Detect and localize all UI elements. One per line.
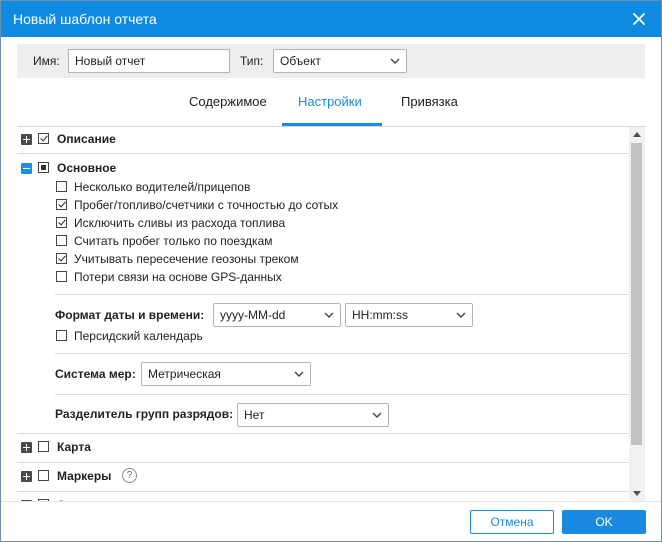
section-divider bbox=[17, 491, 629, 492]
option-label: Считать пробег только по поездкам bbox=[74, 234, 273, 248]
footer-divider bbox=[1, 501, 661, 502]
vertical-scrollbar[interactable] bbox=[629, 127, 645, 501]
chevron-down-icon bbox=[456, 312, 466, 318]
section-basic: Основное bbox=[17, 156, 629, 180]
group-divider bbox=[55, 394, 629, 395]
tab-settings[interactable]: Настройки bbox=[298, 94, 362, 109]
report-template-dialog: Новый шаблон отчета Имя: Тип: Объект Сод… bbox=[0, 0, 662, 542]
option-label: Потери связи на основе GPS-данных bbox=[74, 270, 282, 284]
markers-checkbox[interactable] bbox=[38, 470, 49, 481]
help-icon[interactable]: ? bbox=[122, 468, 137, 483]
option-label: Исключить сливы из расхода топлива bbox=[74, 216, 286, 230]
digit-separator-value: Нет bbox=[244, 408, 265, 422]
map-checkbox[interactable] bbox=[38, 441, 49, 452]
option-checkbox[interactable] bbox=[56, 199, 67, 210]
section-markers: Маркеры ? bbox=[17, 464, 629, 488]
name-type-bar: Имя: Тип: Объект bbox=[17, 44, 645, 78]
units-select[interactable]: Метрическая bbox=[141, 362, 311, 386]
option-label: Несколько водителей/прицепов bbox=[74, 180, 251, 194]
digit-separator-select[interactable]: Нет bbox=[237, 403, 389, 427]
tab-content[interactable]: Содержимое bbox=[189, 94, 267, 109]
section-divider bbox=[17, 433, 629, 434]
collapse-basic-icon[interactable] bbox=[21, 163, 32, 174]
expand-map-icon[interactable] bbox=[21, 442, 32, 453]
time-format-value: HH:mm:ss bbox=[352, 308, 408, 322]
option-label: Пробег/топливо/счетчики с точностью до с… bbox=[74, 198, 339, 212]
group-divider bbox=[55, 353, 629, 354]
name-label: Имя: bbox=[33, 54, 60, 68]
date-format-select[interactable]: yyyy-MM-dd bbox=[213, 303, 341, 327]
expand-description-icon[interactable] bbox=[21, 134, 32, 145]
close-icon[interactable] bbox=[631, 11, 647, 27]
expand-markers-icon[interactable] bbox=[21, 471, 32, 482]
option-checkbox[interactable] bbox=[56, 235, 67, 246]
section-description-label: Описание bbox=[57, 132, 116, 146]
digit-separator-label: Разделитель групп разрядов: bbox=[55, 407, 234, 421]
section-divider bbox=[17, 462, 629, 463]
chevron-down-icon bbox=[324, 312, 334, 318]
settings-panel: Описание Основное Несколько водителей/пр… bbox=[17, 127, 645, 501]
persian-calendar-label: Персидский календарь bbox=[74, 329, 203, 343]
type-label: Тип: bbox=[240, 54, 264, 68]
name-input[interactable] bbox=[68, 49, 230, 73]
type-select[interactable]: Объект bbox=[273, 49, 407, 73]
chevron-down-icon bbox=[390, 58, 400, 64]
scroll-up-icon[interactable] bbox=[633, 132, 641, 137]
section-divider bbox=[17, 153, 629, 154]
type-select-value: Объект bbox=[280, 54, 321, 68]
cancel-button[interactable]: Отмена bbox=[470, 510, 554, 534]
section-markers-label: Маркеры bbox=[57, 469, 112, 483]
option-label: Учитывать пересечение геозоны треком bbox=[74, 252, 299, 266]
option-checkbox[interactable] bbox=[56, 181, 67, 192]
datetime-format-label: Формат даты и времени: bbox=[55, 308, 205, 322]
option-checkbox[interactable] bbox=[56, 217, 67, 228]
description-checkbox[interactable] bbox=[38, 133, 49, 144]
option-checkbox[interactable] bbox=[56, 271, 67, 282]
tab-binding[interactable]: Привязка bbox=[401, 94, 458, 109]
scrollbar-thumb[interactable] bbox=[631, 143, 642, 445]
section-map-label: Карта bbox=[57, 440, 91, 454]
units-value: Метрическая bbox=[148, 367, 221, 381]
basic-checkbox[interactable] bbox=[38, 162, 49, 173]
dialog-titlebar: Новый шаблон отчета bbox=[1, 1, 661, 37]
section-next: А bbox=[17, 493, 629, 501]
option-checkbox[interactable] bbox=[56, 253, 67, 264]
group-divider bbox=[55, 294, 629, 295]
section-map: Карта bbox=[17, 435, 629, 459]
section-basic-label: Основное bbox=[57, 161, 117, 175]
section-description: Описание bbox=[17, 127, 629, 151]
chevron-down-icon bbox=[372, 412, 382, 418]
date-format-value: yyyy-MM-dd bbox=[220, 308, 286, 322]
scroll-down-icon[interactable] bbox=[633, 491, 641, 496]
persian-calendar-checkbox[interactable] bbox=[56, 330, 67, 341]
units-label: Система мер: bbox=[55, 367, 136, 381]
time-format-select[interactable]: HH:mm:ss bbox=[345, 303, 473, 327]
chevron-down-icon bbox=[294, 371, 304, 377]
ok-button[interactable]: OK bbox=[562, 510, 646, 534]
dialog-title: Новый шаблон отчета bbox=[13, 11, 157, 27]
